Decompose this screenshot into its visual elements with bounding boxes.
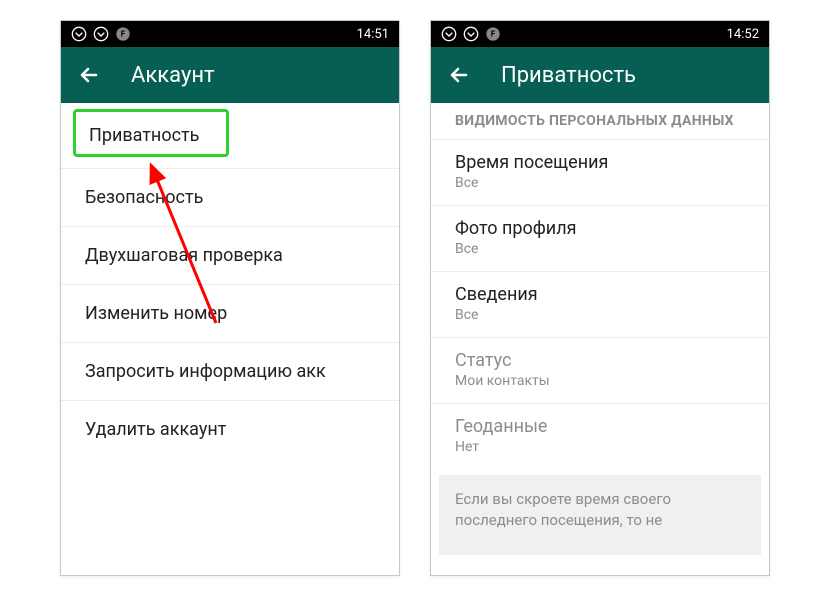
app-bar-title: Приватность [501, 63, 636, 88]
privacy-settings-list: ВИДИМОСТЬ ПЕРСОНАЛЬНЫХ ДАННЫХ Время посе… [431, 103, 769, 575]
list-item-privacy[interactable]: Приватность [77, 113, 383, 158]
app-badge-icon: F [115, 26, 131, 42]
back-button[interactable] [447, 63, 471, 87]
app-bar: Аккаунт [61, 47, 399, 103]
section-header-visibility: ВИДИМОСТЬ ПЕРСОНАЛЬНЫХ ДАННЫХ [431, 103, 769, 140]
setting-title: Фото профиля [455, 218, 745, 239]
list-item-change-number[interactable]: Изменить номер [61, 285, 399, 343]
status-time: 14:52 [727, 27, 759, 42]
setting-value: Все [455, 241, 745, 257]
dropdown-circle-icon [71, 26, 87, 42]
setting-value: Все [455, 307, 745, 323]
arrow-left-icon [447, 63, 471, 87]
setting-title: Статус [455, 350, 745, 371]
app-bar-title: Аккаунт [131, 63, 215, 88]
status-bar: F 14:51 [61, 21, 399, 47]
setting-value: Мои контакты [455, 373, 745, 389]
dropdown-circle-icon [441, 26, 457, 42]
phone-screen-privacy: F 14:52 Приватность ВИДИМОСТЬ ПЕРСОНАЛЬН… [430, 20, 770, 576]
list-item-security[interactable]: Безопасность [61, 169, 399, 227]
setting-profile-photo[interactable]: Фото профиля Все [431, 206, 769, 272]
status-icons: F [441, 26, 501, 42]
setting-status[interactable]: Статус Мои контакты [431, 338, 769, 404]
list-item-two-step[interactable]: Двухшаговая проверка [61, 227, 399, 285]
status-bar: F 14:52 [431, 21, 769, 47]
setting-title: Время посещения [455, 152, 745, 173]
setting-last-seen[interactable]: Время посещения Все [431, 140, 769, 206]
svg-text:F: F [491, 30, 496, 39]
arrow-left-icon [77, 63, 101, 87]
back-button[interactable] [77, 63, 101, 87]
svg-text:F: F [121, 30, 126, 39]
setting-location[interactable]: Геоданные Нет [431, 404, 769, 469]
setting-value: Все [455, 175, 745, 191]
info-note: Если вы скроете время своего последнего … [439, 475, 761, 555]
setting-title: Сведения [455, 284, 745, 305]
status-icons: F [71, 26, 131, 42]
app-badge-icon: F [485, 26, 501, 42]
list-item-request-info[interactable]: Запросить информацию акк [61, 343, 399, 401]
dropdown-circle-icon [463, 26, 479, 42]
settings-list: Приватность Безопасность Двухшаговая про… [61, 103, 399, 575]
status-time: 14:51 [357, 27, 389, 42]
app-bar: Приватность [431, 47, 769, 103]
list-item-delete-account[interactable]: Удалить аккаунт [61, 401, 399, 458]
setting-about[interactable]: Сведения Все [431, 272, 769, 338]
setting-value: Нет [455, 439, 745, 455]
dropdown-circle-icon [93, 26, 109, 42]
setting-title: Геоданные [455, 416, 745, 437]
phone-screen-account: F 14:51 Аккаунт Приватность Безопасность… [60, 20, 400, 576]
